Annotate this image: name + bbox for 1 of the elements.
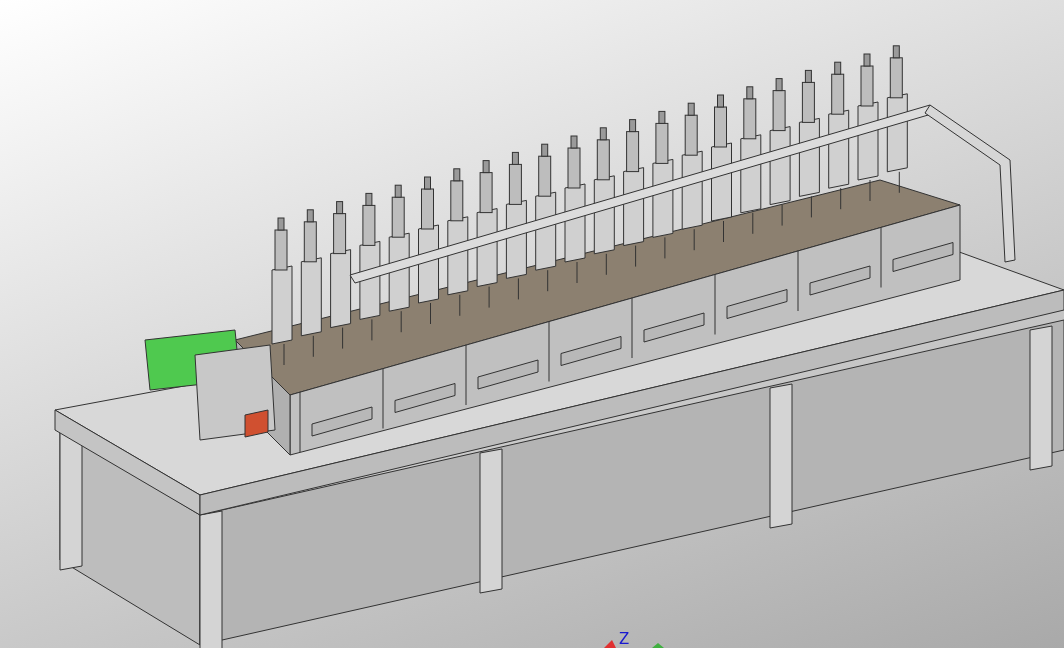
z-axis-label: Z bbox=[619, 630, 630, 648]
